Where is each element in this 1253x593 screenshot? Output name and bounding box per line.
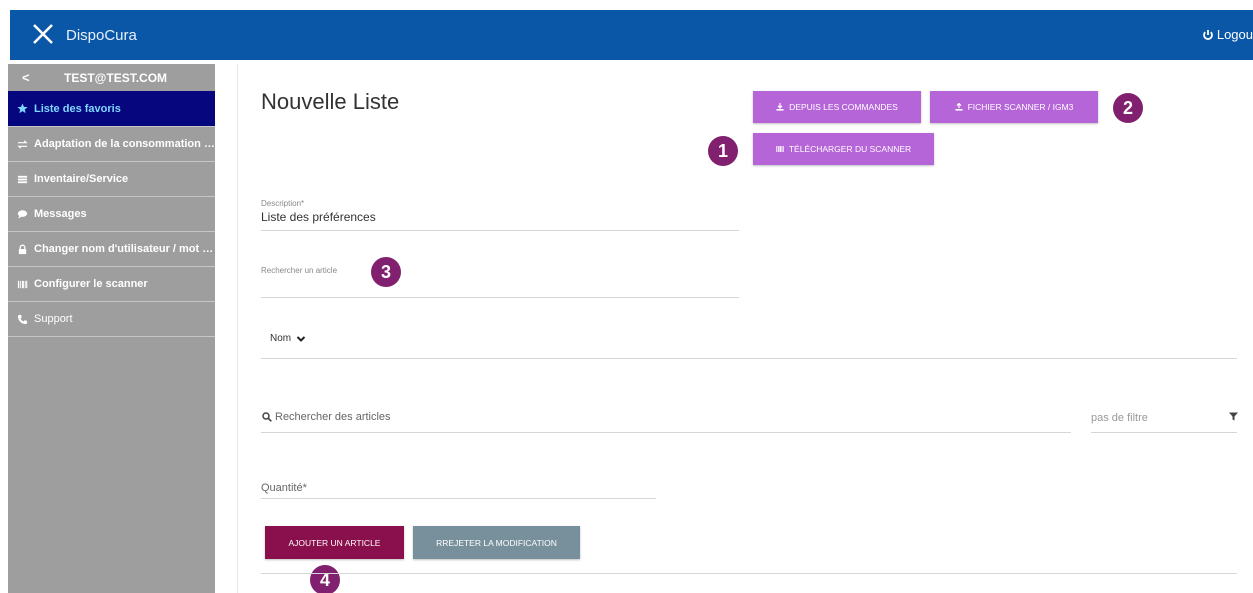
search-articles-placeholder: Rechercher des articles xyxy=(275,411,391,423)
description-input[interactable]: Liste des préférences xyxy=(261,210,376,224)
sidebar-item-label: Support xyxy=(34,313,73,325)
scanner-file-button[interactable]: FICHIER SCANNER / IGM3 xyxy=(930,91,1098,123)
barcode-icon xyxy=(776,146,784,152)
sort-label: Nom xyxy=(270,333,292,344)
user-email: TEST@TEST.COM xyxy=(64,71,168,85)
brand-name: DispoCura xyxy=(66,27,137,44)
chat-icon xyxy=(17,209,28,219)
search-icon xyxy=(262,412,272,422)
step-badge-4: 4 xyxy=(310,565,340,593)
x-logo-icon[interactable] xyxy=(28,19,58,49)
sidebar-item-label: Liste des favoris xyxy=(34,102,121,115)
sidebar-item-label: Changer nom d'utilisateur / mot de... xyxy=(34,243,215,255)
logout-button[interactable]: Logou xyxy=(1202,27,1253,42)
sidebar-item-favorites[interactable]: Liste des favoris xyxy=(8,91,215,126)
button-label: TÉLÉCHARGER DU SCANNER xyxy=(788,144,912,154)
reject-changes-button[interactable]: RREJETER LA MODIFICATION xyxy=(413,526,580,559)
sidebar-item-inventory[interactable]: Inventaire/Service xyxy=(8,161,215,196)
page-title: Nouvelle Liste xyxy=(261,89,400,114)
chevron-down-icon xyxy=(296,335,306,342)
search-articles-input[interactable]: Rechercher des articles xyxy=(262,411,391,423)
download-icon xyxy=(776,103,784,111)
sidebar-divider xyxy=(8,336,215,337)
download-from-scanner-button[interactable]: TÉLÉCHARGER DU SCANNER xyxy=(753,133,934,165)
step-badge-2: 2 xyxy=(1113,93,1143,123)
step-badge-3: 3 xyxy=(371,257,401,287)
swap-icon xyxy=(17,139,28,149)
description-underline xyxy=(261,230,739,231)
sort-dropdown[interactable]: Nom xyxy=(270,333,306,344)
sidebar-item-messages[interactable]: Messages xyxy=(8,196,215,231)
sidebar-item-label: Inventaire/Service xyxy=(34,173,129,185)
add-article-button[interactable]: AJOUTER UN ARTICLE xyxy=(265,526,404,559)
sidebar-item-label: Adaptation de la consommation q... xyxy=(34,138,215,150)
filter-underline xyxy=(1091,432,1237,433)
sidebar-header: < TEST@TEST.COM xyxy=(8,64,215,91)
button-label: FICHIER SCANNER / IGM3 xyxy=(967,102,1074,112)
button-label: DEPUIS LES COMMANDES xyxy=(789,102,898,112)
top-bar: DispoCura Logou xyxy=(10,10,1253,60)
star-icon xyxy=(17,103,28,114)
sort-divider xyxy=(261,358,1237,359)
sidebar-item-change-credentials[interactable]: Changer nom d'utilisateur / mot de... xyxy=(8,231,215,266)
bottom-divider xyxy=(261,573,1237,574)
description-label: Description* xyxy=(261,199,305,208)
from-orders-button[interactable]: DEPUIS LES COMMANDES xyxy=(753,91,921,123)
lock-icon xyxy=(18,244,27,254)
filter-icon[interactable] xyxy=(1229,412,1238,421)
logout-label: Logou xyxy=(1216,27,1253,42)
quantity-underline xyxy=(261,498,656,499)
sidebar-collapse-button[interactable]: < xyxy=(22,70,30,85)
quantity-input[interactable]: Quantité* xyxy=(261,482,307,494)
sidebar-item-support[interactable]: Support xyxy=(8,301,215,336)
step-badge-1: 1 xyxy=(708,136,738,166)
sidebar-item-consumption[interactable]: Adaptation de la consommation q... xyxy=(8,126,215,161)
barcode-icon xyxy=(17,280,28,288)
list-icon xyxy=(17,175,28,183)
search-article-underline xyxy=(261,297,739,298)
sidebar-item-configure-scanner[interactable]: Configurer le scanner xyxy=(8,266,215,301)
sidebar: < TEST@TEST.COM Liste des favoris Adapta… xyxy=(8,64,215,593)
content-divider xyxy=(237,64,238,593)
filter-select[interactable]: pas de filtre xyxy=(1091,412,1148,424)
search-article-input[interactable]: Rechercher un article xyxy=(261,266,337,275)
power-icon xyxy=(1202,29,1213,40)
upload-icon xyxy=(955,103,963,111)
phone-icon xyxy=(17,314,28,324)
sidebar-item-label: Messages xyxy=(34,208,87,220)
sidebar-item-label: Configurer le scanner xyxy=(34,278,148,290)
search-articles-underline xyxy=(261,432,1071,433)
